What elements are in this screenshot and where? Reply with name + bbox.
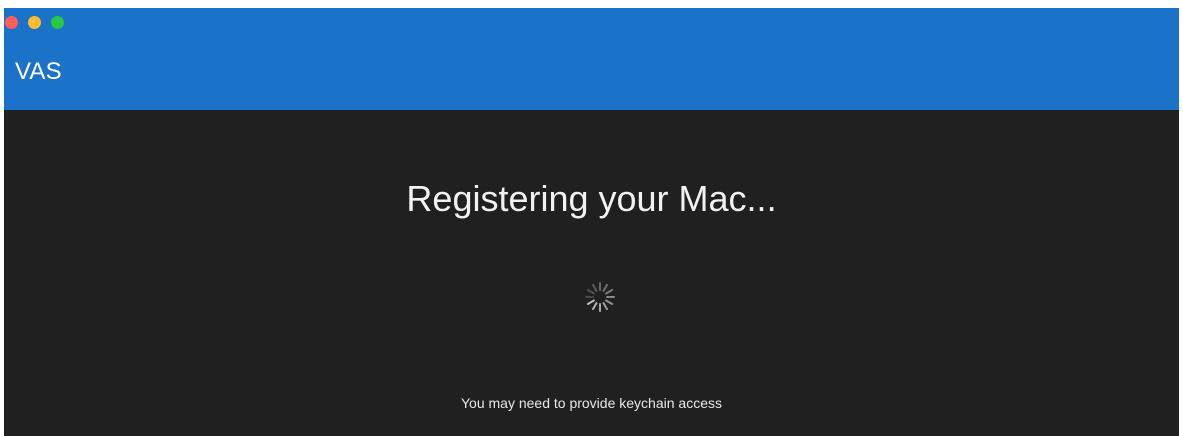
main-content: Registering your Mac... You may need to … xyxy=(4,110,1179,436)
title-bar: VAS xyxy=(4,8,1179,110)
page-heading: Registering your Mac... xyxy=(406,178,777,219)
keychain-note: You may need to provide keychain access xyxy=(461,395,722,411)
spinner-bar xyxy=(591,301,598,311)
minimize-window-button[interactable] xyxy=(28,16,41,29)
app-window: VAS Registering your Mac... You may need… xyxy=(4,8,1179,436)
zoom-window-button[interactable] xyxy=(51,16,64,29)
spinner-bar xyxy=(604,288,614,295)
spinner-bar xyxy=(599,303,601,312)
spinner-bar xyxy=(606,296,615,298)
activity-spinner-icon xyxy=(583,280,617,314)
window-controls xyxy=(4,16,64,29)
spinner-bar xyxy=(585,296,594,298)
close-window-button[interactable] xyxy=(5,16,18,29)
app-title: VAS xyxy=(15,58,62,85)
spinner-bar xyxy=(599,282,601,291)
